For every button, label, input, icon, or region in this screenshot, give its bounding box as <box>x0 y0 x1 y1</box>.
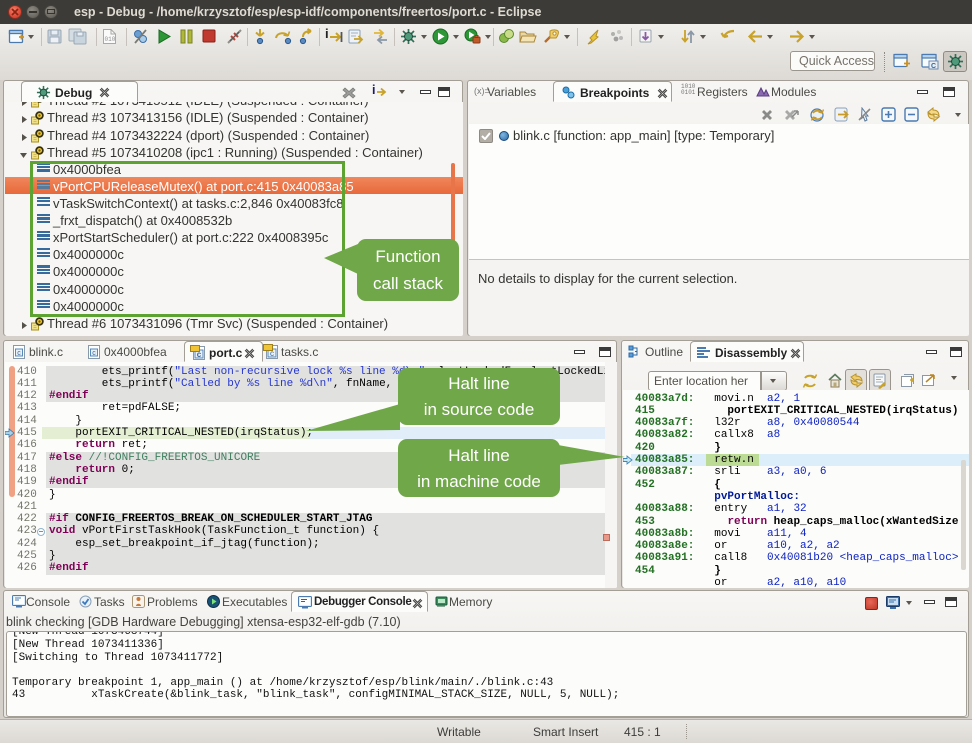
svg-text:c: c <box>17 350 21 357</box>
svg-text:010: 010 <box>105 36 116 43</box>
svg-text:C: C <box>931 63 936 70</box>
svg-text:c: c <box>92 350 96 357</box>
